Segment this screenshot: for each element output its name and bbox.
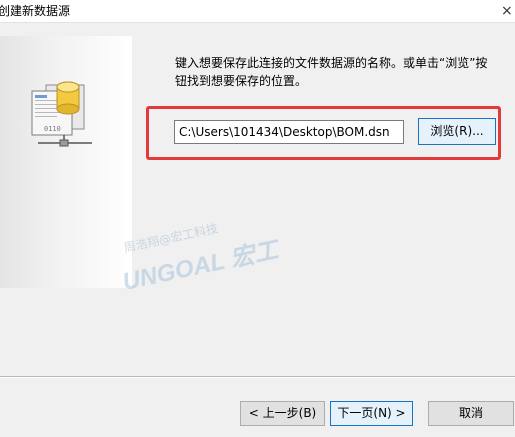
watermark: 周浩翔@宏工科技 UNGOAL 宏工 [115, 205, 315, 313]
watermark-logo: UNGOAL 宏工 [120, 236, 281, 296]
instruction-text-line-2: 钮找到想要保存的位置。 [175, 74, 308, 88]
watermark-text-name: 周浩翔@宏工科技 [122, 221, 220, 256]
footer-separator [0, 376, 515, 378]
svg-text:0110: 0110 [44, 125, 61, 133]
wizard-side-panel: 0110 [0, 36, 132, 288]
browse-button[interactable]: 浏览(R)... [418, 118, 496, 145]
database-file-network-icon: 0110 [31, 81, 92, 147]
window-title: 创建新数据源 [0, 4, 71, 18]
file-name-input[interactable] [174, 120, 404, 144]
next-button[interactable]: 下一页(N) > [330, 401, 413, 426]
title-bar: 创建新数据源 × [0, 0, 515, 23]
instruction-text-line-1: 键入想要保存此连接的文件数据源的名称。或单击“浏览”按 [175, 56, 488, 70]
back-button[interactable]: < 上一步(B) [240, 401, 325, 426]
cancel-button[interactable]: 取消 [428, 401, 514, 426]
close-icon[interactable]: × [501, 0, 515, 22]
